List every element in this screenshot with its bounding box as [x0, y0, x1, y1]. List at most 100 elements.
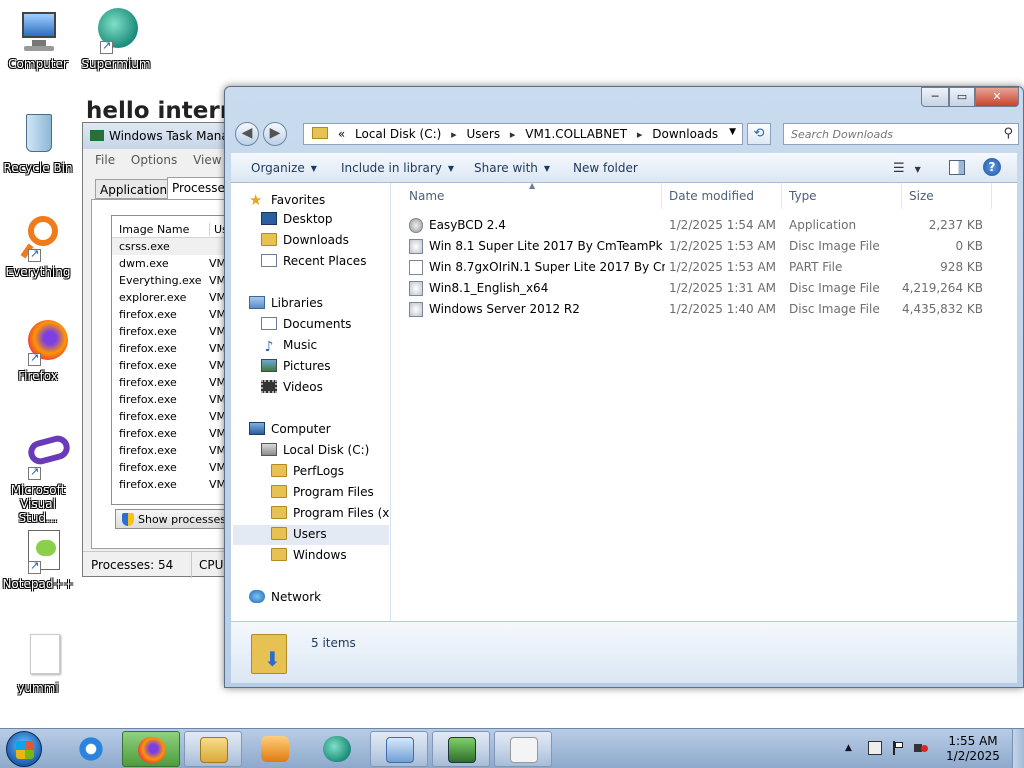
nav-local-disk[interactable]: Local Disk (C:)	[261, 441, 389, 461]
taskbar-task-manager[interactable]	[432, 731, 490, 767]
close-button[interactable]: ✕	[975, 87, 1019, 107]
file-row[interactable]: Windows Server 2012 R2 1/2/2025 1:40 AM Di…	[405, 299, 1011, 320]
show-desktop-button[interactable]	[1012, 729, 1024, 768]
desktop-icon-yummi[interactable]: yummi	[0, 630, 76, 695]
breadcrumb-local-disk[interactable]: Local Disk (C:)	[355, 127, 441, 141]
search-icon[interactable]: ⚲	[1003, 126, 1013, 141]
nav-documents[interactable]: Documents	[261, 315, 389, 335]
include-in-library-button[interactable]: Include in library ▼	[341, 161, 454, 175]
taskbar-internet-explorer[interactable]	[62, 731, 120, 767]
breadcrumb-separator[interactable]: ▸	[637, 128, 643, 141]
computer-icon	[14, 6, 62, 54]
column-image-name[interactable]: Image Name	[119, 223, 189, 236]
menu-file[interactable]: File	[95, 153, 115, 167]
start-button[interactable]	[6, 731, 42, 767]
breadcrumb-overflow[interactable]: «	[338, 127, 345, 141]
nav-label: Local Disk (C:)	[283, 443, 370, 457]
nav-windows[interactable]: Windows	[271, 546, 389, 566]
nav-computer[interactable]: Computer	[249, 420, 389, 440]
taskbar-control-panel[interactable]	[370, 731, 428, 767]
file-row[interactable]: Win 8.1 Super Lite 2017 By CmTeamPk 1/2/2…	[405, 236, 1011, 257]
action-center-flag-icon[interactable]	[890, 741, 904, 755]
maximize-button[interactable]: ▭	[949, 87, 975, 107]
nav-favorites[interactable]: ★ Favorites	[249, 189, 389, 209]
change-view-button[interactable]: ☰ ▼	[893, 161, 921, 176]
taskbar-explorer[interactable]	[184, 731, 242, 767]
taskbar-firefox[interactable]	[122, 731, 180, 767]
volume-muted-icon[interactable]	[914, 741, 928, 755]
organize-button[interactable]: Organize ▼	[251, 161, 317, 175]
nav-downloads[interactable]: Downloads	[261, 231, 389, 251]
back-button[interactable]: ◀	[235, 122, 259, 146]
minimize-button[interactable]: ─	[921, 87, 949, 107]
nav-program-files[interactable]: Program Files	[271, 483, 389, 503]
nav-desktop[interactable]: Desktop	[261, 210, 389, 230]
computer-icon	[249, 422, 265, 435]
breadcrumb-downloads[interactable]: Downloads	[652, 127, 718, 141]
file-row[interactable]: Win 8.7gxOIriN.1 Super Lite 2017 By CmT.…	[405, 257, 1011, 278]
nav-network[interactable]: Network	[249, 588, 389, 608]
taskbar-media-player[interactable]	[246, 731, 304, 767]
chevron-down-icon: ▼	[914, 165, 921, 174]
breadcrumb-separator[interactable]: ▸	[451, 128, 457, 141]
file-row[interactable]: EasyBCD 2.4 1/2/2025 1:54 AM Application 2,…	[405, 215, 1011, 236]
column-name[interactable]: Name	[409, 189, 444, 203]
breadcrumb-users[interactable]: Users	[466, 127, 500, 141]
search-box[interactable]: ⚲	[783, 123, 1019, 145]
desktop-icon-computer[interactable]: Computer	[0, 6, 76, 71]
desktop-icon-supermium[interactable]: Supermium	[78, 6, 154, 71]
desktop-icon-notepad-plus-plus[interactable]: Notepad++	[0, 526, 76, 591]
desktop-icon-visual-studio[interactable]: Microsoft Visual Stud...	[0, 432, 76, 525]
nav-perflogs[interactable]: PerfLogs	[271, 462, 389, 482]
file-list-pane[interactable]: ▲ Name Date modified Type Size EasyBCD 2…	[391, 181, 1017, 621]
help-button[interactable]: ?	[983, 158, 1001, 176]
nav-label: Downloads	[283, 233, 349, 247]
share-with-button[interactable]: Share with ▼	[474, 161, 550, 175]
desktop-icon-everything[interactable]: Everything	[0, 214, 76, 279]
explorer-window[interactable]: ─ ▭ ✕ ◀ ▶ « Local Disk (C:) ▸ Users ▸ VM…	[224, 86, 1024, 688]
tab-applications[interactable]: Applications	[95, 179, 179, 199]
everything-icon	[14, 214, 62, 262]
breadcrumb-vm1-collabnet[interactable]: VM1.COLLABNET	[525, 127, 627, 141]
navigation-pane[interactable]: ★ Favorites Desktop Downloads Recent Plac…	[231, 183, 391, 621]
nav-label: Favorites	[271, 193, 326, 207]
show-hidden-icons-button[interactable]: ▲	[845, 743, 852, 753]
menu-options[interactable]: Options	[131, 153, 177, 167]
nav-pictures[interactable]: Pictures	[261, 357, 389, 377]
nav-libraries[interactable]: Libraries	[249, 294, 389, 314]
control-panel-icon	[386, 737, 414, 763]
search-input[interactable]	[791, 128, 991, 141]
column-date-modified[interactable]: Date modified	[669, 189, 754, 203]
column-size[interactable]: Size	[909, 189, 934, 203]
new-folder-button[interactable]: New folder	[573, 161, 638, 175]
nav-label: Computer	[271, 422, 331, 436]
taskbar-supermium[interactable]	[308, 731, 366, 767]
nav-music[interactable]: ♪ Music	[261, 336, 389, 356]
desktop-icon-firefox[interactable]: Firefox	[0, 318, 76, 383]
task-manager-icon	[90, 130, 104, 141]
forward-button[interactable]: ▶	[263, 122, 287, 146]
menu-view[interactable]: View	[193, 153, 221, 167]
network-tray-icon[interactable]	[868, 741, 882, 755]
task-manager-title: Windows Task Manag	[109, 129, 237, 143]
downloads-folder-icon	[261, 233, 277, 246]
nav-videos[interactable]: Videos	[261, 378, 389, 398]
nav-users[interactable]: Users	[233, 525, 389, 545]
address-bar[interactable]: « Local Disk (C:) ▸ Users ▸ VM1.COLLABNE…	[303, 123, 743, 145]
breadcrumb-separator[interactable]: ▸	[510, 128, 516, 141]
column-type[interactable]: Type	[789, 189, 817, 203]
desktop-icon-label: Supermium	[81, 57, 151, 71]
desktop-icon-recycle-bin[interactable]: Recycle Bin	[0, 110, 76, 175]
taskbar-notepad[interactable]	[494, 731, 552, 767]
preview-pane-button[interactable]	[949, 160, 965, 175]
address-dropdown-icon[interactable]: ▼	[729, 127, 736, 137]
star-icon: ★	[249, 191, 263, 209]
nav-label: Windows	[293, 548, 347, 562]
system-clock[interactable]: 1:55 AM 1/2/2025	[940, 734, 1006, 764]
nav-recent-places[interactable]: Recent Places	[261, 252, 389, 272]
file-icon	[14, 630, 62, 678]
status-cpu: CPU	[191, 552, 223, 578]
nav-program-files-x86[interactable]: Program Files (x86	[271, 504, 389, 524]
file-row[interactable]: Win8.1_English_x64 1/2/2025 1:31 AM Disc I…	[405, 278, 1011, 299]
refresh-button[interactable]: ⟲	[747, 123, 771, 145]
